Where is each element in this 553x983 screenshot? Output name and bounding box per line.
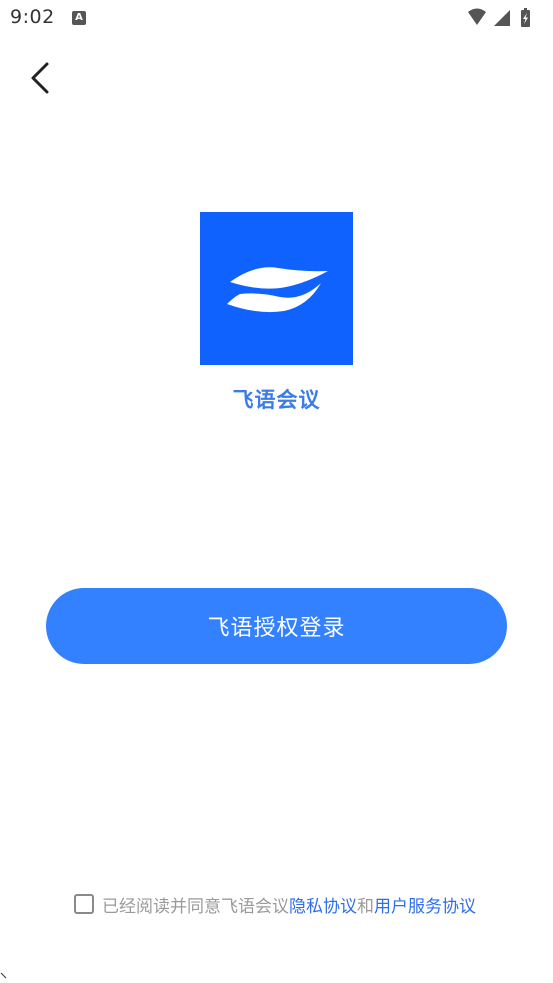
login-screen: 9:02 A 飞语会议 飞语授权登录 已经阅读并同意飞语会议 隐私协议 和 用户… bbox=[0, 0, 553, 983]
chevron-left-icon bbox=[31, 62, 49, 94]
agreement-prefix: 已经阅读并同意飞语会议 bbox=[102, 896, 289, 917]
authorize-login-button[interactable]: 飞语授权登录 bbox=[46, 588, 507, 664]
user-service-agreement-link[interactable]: 用户服务协议 bbox=[374, 892, 476, 917]
notification-icon: A bbox=[72, 11, 86, 25]
battery-charging-icon bbox=[521, 8, 530, 27]
agreement-conjunction: 和 bbox=[357, 896, 374, 917]
status-time: 9:02 bbox=[10, 6, 55, 28]
agreement-checkbox[interactable] bbox=[74, 894, 94, 914]
corner-mark-icon bbox=[0, 972, 7, 979]
cell-signal-icon bbox=[494, 10, 510, 26]
status-bar: 9:02 A bbox=[0, 0, 553, 38]
agreement-row: 已经阅读并同意飞语会议 隐私协议 和 用户服务协议 bbox=[74, 891, 476, 917]
back-button[interactable] bbox=[22, 58, 62, 98]
app-name: 飞语会议 bbox=[232, 388, 321, 412]
status-icons bbox=[468, 8, 530, 27]
privacy-policy-link[interactable]: 隐私协议 bbox=[289, 892, 357, 917]
wifi-icon bbox=[468, 8, 486, 25]
feiyu-logo-icon bbox=[227, 267, 328, 313]
app-logo bbox=[200, 212, 353, 365]
